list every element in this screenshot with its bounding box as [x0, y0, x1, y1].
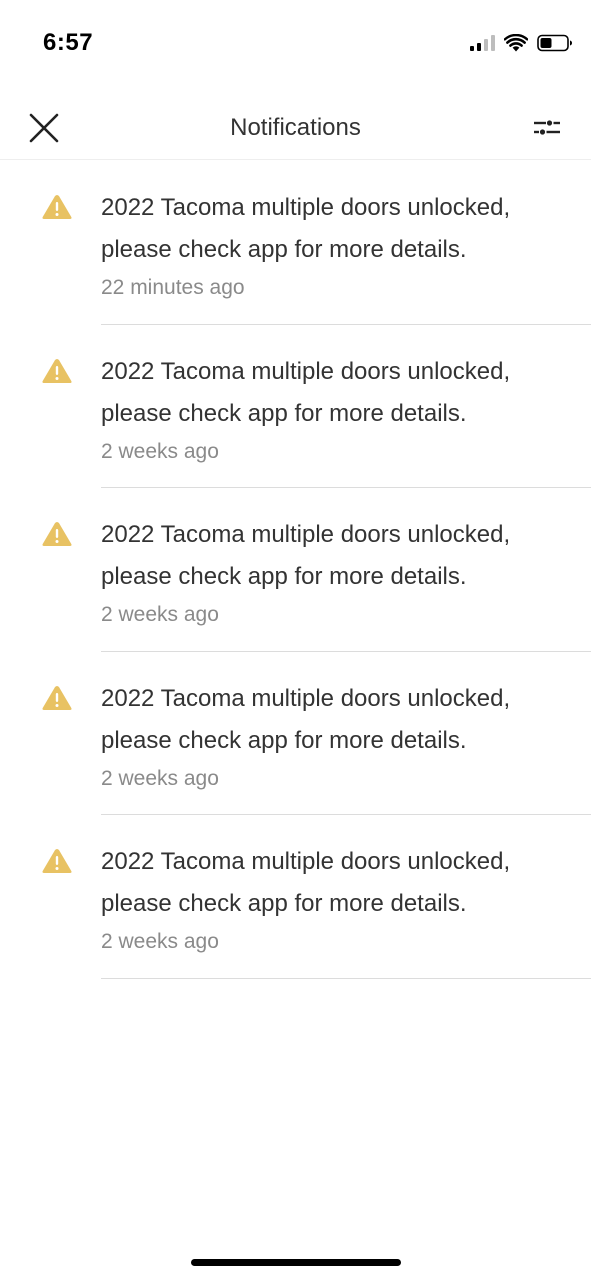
cellular-signal-icon [470, 35, 495, 51]
notification-time: 2 weeks ago [101, 930, 219, 953]
notification-item[interactable]: 2022 Tacoma multiple doors unlocked, ple… [0, 325, 591, 488]
warning-icon [42, 195, 72, 219]
page-title: Notifications [230, 114, 361, 141]
battery-icon [537, 34, 572, 52]
notification-item[interactable]: 2022 Tacoma multiple doors unlocked, ple… [0, 652, 591, 815]
notification-content: 2022 Tacoma multiple doors unlocked, ple… [101, 514, 591, 652]
wifi-icon [504, 34, 528, 52]
notification-content: 2022 Tacoma multiple doors unlocked, ple… [101, 678, 591, 815]
notification-content: 2022 Tacoma multiple doors unlocked, ple… [101, 841, 591, 979]
status-time: 6:57 [43, 29, 94, 56]
notification-time: 2 weeks ago [101, 603, 219, 626]
notification-time: 2 weeks ago [101, 439, 219, 463]
warning-icon [42, 522, 72, 546]
notification-message: 2022 Tacoma multiple doors unlocked, ple… [101, 848, 511, 917]
header-bar: Notifications [0, 88, 591, 160]
notification-time: 2 weeks ago [101, 766, 219, 790]
notification-message: 2022 Tacoma multiple doors unlocked, ple… [101, 357, 511, 427]
notification-time: 22 minutes ago [101, 276, 245, 299]
notification-message: 2022 Tacoma multiple doors unlocked, ple… [101, 684, 511, 754]
home-indicator[interactable] [191, 1259, 401, 1266]
notification-content: 2022 Tacoma multiple doors unlocked, ple… [101, 351, 591, 488]
notification-message: 2022 Tacoma multiple doors unlocked, ple… [101, 521, 511, 590]
notification-item[interactable]: 2022 Tacoma multiple doors unlocked, ple… [0, 815, 591, 979]
filter-button[interactable] [527, 110, 567, 146]
status-icons [470, 32, 573, 54]
warning-icon [42, 849, 72, 873]
notification-item[interactable]: 2022 Tacoma multiple doors unlocked, ple… [0, 161, 591, 325]
status-bar: 6:57 [0, 0, 591, 88]
warning-icon [42, 685, 72, 710]
notification-message: 2022 Tacoma multiple doors unlocked, ple… [101, 194, 511, 263]
notification-list: 2022 Tacoma multiple doors unlocked, ple… [0, 161, 591, 979]
notification-item[interactable]: 2022 Tacoma multiple doors unlocked, ple… [0, 488, 591, 652]
warning-icon [42, 358, 72, 383]
notification-content: 2022 Tacoma multiple doors unlocked, ple… [101, 187, 591, 325]
filter-sliders-icon [534, 120, 560, 135]
